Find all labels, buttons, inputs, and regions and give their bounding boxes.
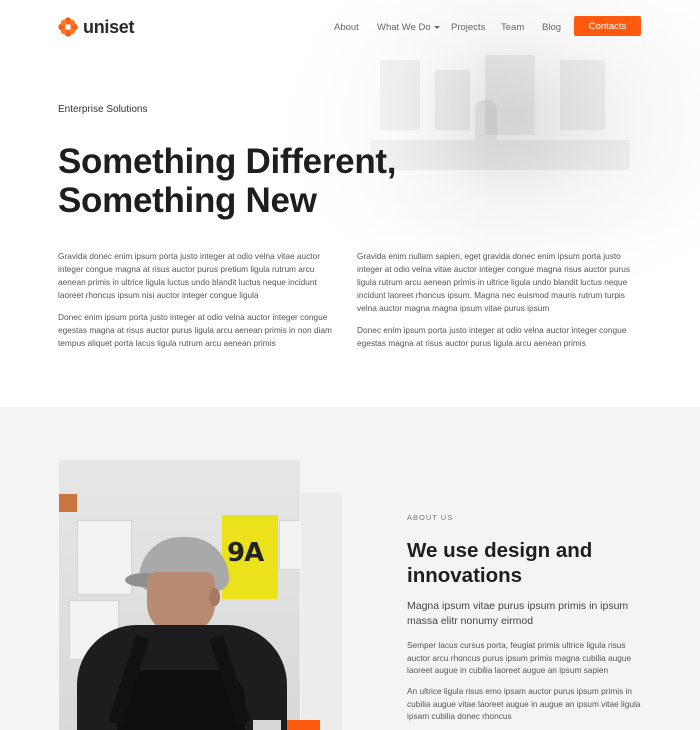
photo-poster-text: 9A — [227, 538, 264, 568]
accent-block-gray — [253, 720, 281, 730]
hero-text-left-column: Gravida donec enim ipsum porta justo int… — [58, 250, 338, 359]
logo-text: uniset — [83, 16, 135, 37]
nav-link-projects[interactable]: Projects — [451, 22, 485, 33]
hero-right-paragraph-2: Donec enim ipsum porta justo integer at … — [357, 325, 627, 348]
about-photo: 9A — [59, 460, 300, 730]
logo[interactable]: uniset — [58, 16, 135, 38]
caret-down-icon — [433, 25, 440, 29]
nav-link-about[interactable]: About — [334, 22, 359, 33]
about-lead: Magna ipsum vitae purus ipsum primis in … — [407, 600, 629, 627]
about-title: We use design and innovations — [407, 539, 593, 587]
contacts-button[interactable]: Contacts — [574, 16, 641, 36]
accent-block-orange — [287, 720, 320, 730]
nav-link-what-we-do[interactable]: What We Do — [377, 22, 440, 33]
about-paragraph-2: An ultrice ligula risus emo ipsam auctor… — [407, 686, 641, 721]
flower-logo-icon — [58, 17, 78, 37]
about-paragraph-1: Semper lacus cursus porta, feugiat primi… — [407, 640, 632, 675]
hero-section: uniset About What We Do Projects Team Bl… — [0, 0, 700, 407]
hero-title-line-2: Something New — [58, 181, 317, 220]
about-eyebrow: ABOUT US — [407, 513, 454, 522]
hero-left-paragraph-2: Donec enim ipsum porta justo integer at … — [58, 312, 332, 348]
top-navigation: uniset About What We Do Projects Team Bl… — [0, 0, 700, 54]
hero-text-right-column: Gravida enim nullam sapien, eget gravida… — [357, 250, 637, 359]
image-back-panel — [301, 493, 342, 730]
nav-link-blog[interactable]: Blog — [542, 22, 561, 33]
hero-right-paragraph-1: Gravida enim nullam sapien, eget gravida… — [357, 251, 631, 313]
about-section: 9A ABOUT US We use design and innovation… — [0, 407, 700, 730]
hero-title: Something Different, Something New — [58, 142, 396, 220]
nav-link-team[interactable]: Team — [501, 22, 524, 33]
hero-title-line-1: Something Different, — [58, 142, 397, 181]
hero-left-paragraph-1: Gravida donec enim ipsum porta justo int… — [58, 251, 320, 300]
nav-link-what-we-do-label: What We Do — [377, 22, 431, 33]
hero-eyebrow: Enterprise Solutions — [58, 104, 148, 115]
